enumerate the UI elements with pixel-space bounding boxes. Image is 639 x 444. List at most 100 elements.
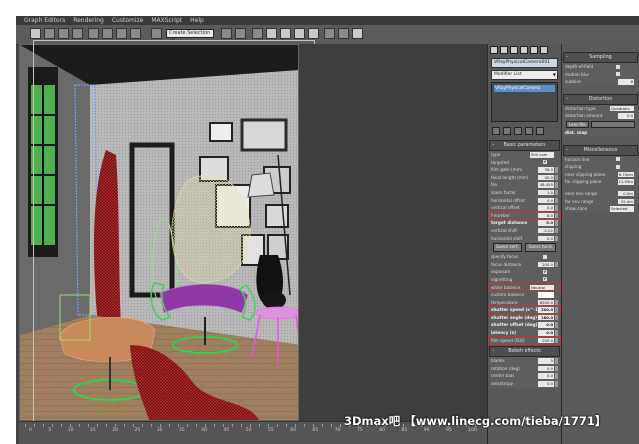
show-end-result-icon[interactable] — [503, 127, 511, 135]
guess-horiz-button[interactable]: Guess horiz. — [525, 243, 557, 253]
teapot-icon[interactable] — [352, 28, 363, 39]
modifier-list-dropdown[interactable]: Modifier List — [491, 70, 558, 80]
white-balance-dropdown[interactable]: Neutral — [530, 284, 554, 290]
rotation-spinner[interactable]: 0.0 — [538, 365, 554, 372]
render-setup-icon[interactable] — [308, 28, 319, 39]
far-clip-spinner[interactable]: 11.93m — [618, 179, 634, 185]
rotate-icon[interactable] — [58, 28, 69, 39]
remove-modifier-icon[interactable] — [525, 127, 533, 135]
vertical-offset-spinner[interactable]: 0.0 — [538, 205, 554, 211]
align-icon[interactable] — [235, 28, 246, 39]
render-icon[interactable] — [338, 28, 349, 39]
rollout-title[interactable]: Sampling — [563, 52, 638, 63]
horizontal-shift-spinner[interactable]: 0.0 — [538, 235, 554, 242]
lens-file-row: Lens file — [566, 120, 635, 128]
param-near-clip: near clipping plane 6.74cm — [565, 171, 634, 178]
menu-graph-editors[interactable]: Graph Editors — [24, 16, 65, 25]
menu-maxscript[interactable]: MAXScript — [151, 16, 182, 25]
render-frame-icon[interactable] — [324, 28, 335, 39]
targeted-checkbox[interactable]: ✔ — [543, 160, 547, 165]
blades-spinner[interactable]: 5 — [538, 358, 554, 364]
move-icon[interactable] — [44, 28, 55, 39]
modify-tab-icon[interactable] — [500, 46, 508, 54]
picture-frame — [265, 204, 289, 228]
rollout-title[interactable]: Miscellaneous — [563, 144, 638, 156]
menu-customize[interactable]: Customize — [112, 16, 144, 25]
focus-distance-spinner[interactable]: 200.0 — [538, 261, 554, 268]
target-distance-spinner[interactable]: 5.0 — [538, 220, 554, 226]
edit-named-icon[interactable] — [151, 28, 162, 39]
distortion-amount-spinner[interactable]: 0.0 — [618, 113, 634, 119]
custom-balance-swatch[interactable] — [538, 292, 554, 298]
latency-spinner[interactable]: 0.0 — [538, 330, 554, 336]
film-gate-spinner[interactable]: 36.0 — [538, 167, 554, 173]
focal-length-spinner[interactable]: 40.0 — [538, 174, 554, 181]
modifier-stack: VRayPhysicalCamera — [491, 82, 558, 122]
utilities-tab-icon[interactable] — [540, 46, 548, 54]
film-speed-spinner[interactable]: 200.0 — [538, 337, 554, 344]
picture-frame — [240, 118, 288, 152]
far-env-spinner[interactable]: 25.4m — [618, 198, 634, 205]
vignetting-checkbox[interactable]: ✔ — [543, 277, 547, 282]
command-panel: VRayPhysicalCamera001 Modifier List VRay… — [487, 44, 561, 444]
menu-help[interactable]: Help — [190, 16, 204, 25]
rollout-title[interactable]: Basic parameters — [489, 140, 560, 151]
make-unique-icon[interactable] — [514, 127, 522, 135]
rollout-title[interactable]: Bokeh effects — [489, 346, 560, 358]
lens-file-path[interactable] — [590, 120, 635, 128]
vertical-shift-spinner[interactable]: -0.02 — [538, 227, 554, 234]
shutter-speed-spinner[interactable]: 200.0 — [538, 307, 554, 313]
layer-icon[interactable] — [252, 28, 263, 39]
object-name-field[interactable]: VRayPhysicalCamera001 — [491, 58, 558, 68]
pin-stack-icon[interactable] — [492, 127, 500, 135]
specify-focus-checkbox[interactable] — [543, 254, 547, 259]
display-tab-icon[interactable] — [530, 46, 538, 54]
lens-file-button[interactable]: Lens file — [566, 120, 589, 128]
guess-buttons: Guess vert. Guess horiz. — [489, 242, 560, 253]
curve-editor-icon[interactable] — [266, 28, 277, 39]
stack-item[interactable]: VRayPhysicalCamera — [494, 85, 555, 92]
horizontal-offset-spinner[interactable]: 0.0 — [538, 197, 554, 204]
rollout-title[interactable]: Distortion — [563, 93, 638, 105]
scale-icon[interactable] — [72, 28, 83, 39]
ruler-tick-label: 65 — [312, 428, 319, 433]
reference-icon[interactable] — [88, 28, 99, 39]
guess-vert-button[interactable]: Guess vert. — [492, 243, 522, 253]
named-selection-dropdown[interactable]: Create Selection Se — [166, 29, 214, 43]
motion-tab-icon[interactable] — [520, 46, 528, 54]
distortion-rollout: Distortion distortion typeQuadratic dist… — [563, 93, 638, 137]
exposure-checkbox[interactable]: ✔ — [543, 269, 547, 274]
perspective-viewport[interactable] — [19, 44, 299, 421]
show-cone-dropdown[interactable]: Selected — [610, 206, 634, 212]
fov-spinner[interactable]: 48.455 — [538, 182, 554, 188]
mirror-icon[interactable] — [221, 28, 232, 39]
near-clip-spinner[interactable]: 6.74cm — [618, 171, 634, 178]
create-tab-icon[interactable] — [490, 46, 498, 54]
ruler-tick-label: 50 — [245, 428, 252, 433]
center-bias-spinner[interactable]: 0.0 — [538, 373, 554, 379]
angle-snap-icon[interactable] — [130, 28, 141, 39]
menu-rendering[interactable]: Rendering — [73, 16, 104, 25]
clipping-checkbox[interactable] — [616, 164, 620, 169]
shutter-angle-spinner[interactable]: 180.0 — [538, 314, 554, 321]
shutter-offset-spinner[interactable]: 0.0 — [538, 322, 554, 328]
motion-blur-checkbox[interactable] — [616, 72, 620, 77]
configure-sets-icon[interactable] — [536, 127, 544, 135]
horizon-line-checkbox[interactable] — [616, 157, 620, 162]
select-icon[interactable] — [30, 28, 41, 39]
f-number-spinner[interactable]: 8.0 — [538, 212, 554, 219]
anisotropy-spinner[interactable]: 0.0 — [538, 381, 554, 387]
zoom-factor-spinner[interactable]: 1.0 — [538, 189, 554, 196]
hierarchy-tab-icon[interactable] — [510, 46, 518, 54]
subdivs-spinner[interactable]: 6 — [618, 79, 634, 85]
dof-checkbox[interactable] — [616, 64, 620, 69]
distortion-type-dropdown[interactable]: Quadratic — [610, 105, 634, 112]
material-editor-icon[interactable] — [294, 28, 305, 39]
snap-icon[interactable] — [116, 28, 127, 39]
param-rotation: rotation (deg) 0.0 — [489, 365, 560, 373]
temperature-spinner[interactable]: 6500.0 — [538, 299, 554, 306]
pivot-icon[interactable] — [102, 28, 113, 39]
near-env-spinner[interactable]: 0.0m — [618, 190, 634, 197]
type-dropdown[interactable]: Still cam — [530, 152, 554, 158]
schematic-icon[interactable] — [280, 28, 291, 39]
